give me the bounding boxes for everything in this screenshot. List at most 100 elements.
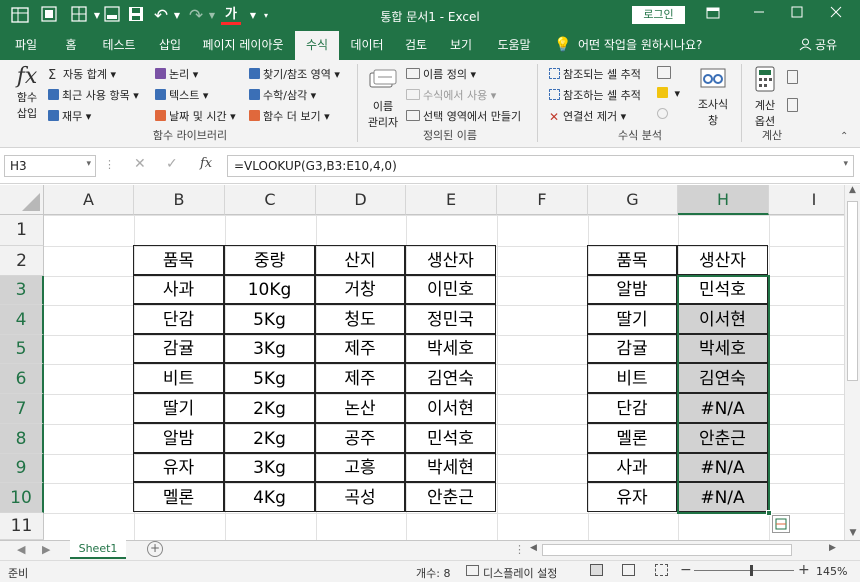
table2-header-cell[interactable]: 품목 xyxy=(587,245,677,275)
next-sheet-icon[interactable]: ▶ xyxy=(42,543,50,556)
cancel-entry-icon[interactable]: ✕ xyxy=(134,156,146,172)
tell-me-search[interactable]: 어떤 작업을 원하시나요? xyxy=(578,31,702,60)
trace-precedents-button[interactable]: 참조되는 셀 추적 xyxy=(549,66,641,82)
ribbon-display-options-icon[interactable] xyxy=(703,5,723,25)
maximize-icon[interactable] xyxy=(787,5,807,25)
redo-chevron-icon[interactable]: ▼ xyxy=(202,6,222,26)
tab-page-layout[interactable]: 페이지 레이아웃 xyxy=(196,31,290,60)
table1-cell[interactable]: 비트 xyxy=(133,363,224,393)
table1-cell[interactable]: 4Kg xyxy=(224,482,315,512)
scroll-left-icon[interactable]: ◀ xyxy=(530,543,537,553)
zoom-slider-thumb[interactable] xyxy=(750,565,753,576)
row-header-8[interactable]: 8 xyxy=(0,424,44,454)
login-button[interactable]: 로그인 xyxy=(632,6,685,24)
calculate-now-button[interactable] xyxy=(787,70,801,86)
tab-home[interactable]: 홈 xyxy=(56,31,86,60)
table2-result-cell[interactable]: 이서현 xyxy=(677,304,768,334)
text-button[interactable]: 텍스트 ▾ xyxy=(155,87,208,103)
zoom-level[interactable]: 145% xyxy=(816,565,847,578)
table1-header-cell[interactable]: 품목 xyxy=(133,245,224,275)
remove-arrows-button[interactable]: ✕ 연결선 제거 ▾ xyxy=(549,108,626,124)
column-header-c[interactable]: C xyxy=(225,185,316,215)
insert-function-button[interactable]: fx 함수 삽입 xyxy=(4,60,50,124)
table1-header-cell[interactable]: 중량 xyxy=(224,245,315,275)
page-layout-view-icon[interactable] xyxy=(622,564,635,576)
row-header-5[interactable]: 5 xyxy=(0,335,44,364)
vertical-scrollbar[interactable]: ▲ ▼ xyxy=(844,185,860,540)
create-from-selection-button[interactable]: 선택 영역에서 만들기 xyxy=(406,108,521,124)
fill-icon[interactable] xyxy=(102,6,122,26)
table1-cell[interactable]: 사과 xyxy=(133,275,224,304)
formula-bar-more-icon[interactable]: ⋮ xyxy=(104,158,115,171)
collapse-ribbon-icon[interactable]: ⌃ xyxy=(840,131,848,142)
sheet-tab-sheet1[interactable]: Sheet1 xyxy=(70,540,126,559)
table1-cell[interactable]: 청도 xyxy=(315,304,405,334)
table1-cell[interactable]: 이민호 xyxy=(405,275,496,304)
table1-cell[interactable]: 5Kg xyxy=(224,304,315,334)
zoom-out-icon[interactable]: − xyxy=(680,562,692,578)
row-header-10[interactable]: 10 xyxy=(0,483,44,513)
error-checking-button[interactable]: ▾ xyxy=(657,87,680,100)
normal-view-icon[interactable] xyxy=(590,564,603,576)
table2-result-cell[interactable]: #N/A xyxy=(677,393,768,423)
table2-result-cell[interactable]: 김연숙 xyxy=(677,363,768,393)
table1-cell[interactable]: 이서현 xyxy=(405,393,496,423)
name-box[interactable]: H3 ▾ xyxy=(4,155,96,177)
table2-item-cell[interactable]: 멜론 xyxy=(587,423,677,453)
autosum-button[interactable]: Σ 자동 합계 ▾ xyxy=(48,66,116,83)
tab-help[interactable]: 도움말 xyxy=(490,31,538,60)
table2-item-cell[interactable]: 알밤 xyxy=(587,275,677,304)
borders-icon[interactable] xyxy=(69,6,89,26)
table1-cell[interactable]: 제주 xyxy=(315,334,405,363)
page-break-view-icon[interactable] xyxy=(655,564,668,576)
table1-cell[interactable]: 고흥 xyxy=(315,453,405,482)
table1-cell[interactable]: 3Kg xyxy=(224,334,315,363)
table1-cell[interactable]: 제주 xyxy=(315,363,405,393)
financial-button[interactable]: 재무 ▾ xyxy=(48,108,91,124)
watch-window-button[interactable]: 조사식 창 xyxy=(697,67,729,128)
add-sheet-icon[interactable]: + xyxy=(147,541,163,557)
logical-button[interactable]: 논리 ▾ xyxy=(155,66,198,82)
column-header-g[interactable]: G xyxy=(588,185,678,215)
row-header-11[interactable]: 11 xyxy=(0,513,44,540)
table1-cell[interactable]: 논산 xyxy=(315,393,405,423)
table1-cell[interactable]: 정민국 xyxy=(405,304,496,334)
table1-cell[interactable]: 김연숙 xyxy=(405,363,496,393)
format-painter-icon[interactable] xyxy=(39,6,59,26)
table2-result-cell[interactable]: #N/A xyxy=(677,453,768,482)
name-box-dropdown-icon[interactable]: ▾ xyxy=(86,159,91,169)
show-formulas-button[interactable] xyxy=(657,66,674,81)
table2-item-cell[interactable]: 단감 xyxy=(587,393,677,423)
row-header-6[interactable]: 6 xyxy=(0,364,44,394)
row-header-9[interactable]: 9 xyxy=(0,454,44,483)
table2-item-cell[interactable]: 유자 xyxy=(587,482,677,512)
calculate-sheet-button[interactable] xyxy=(787,98,801,114)
row-header-4[interactable]: 4 xyxy=(0,305,44,335)
table2-item-cell[interactable]: 비트 xyxy=(587,363,677,393)
expand-formula-bar-icon[interactable]: ▾ xyxy=(843,159,848,169)
table1-cell[interactable]: 박세현 xyxy=(405,453,496,482)
table1-header-cell[interactable]: 생산자 xyxy=(405,245,496,275)
table1-cell[interactable]: 박세호 xyxy=(405,334,496,363)
scroll-right-icon[interactable]: ▶ xyxy=(829,543,836,553)
row-header-3[interactable]: 3 xyxy=(0,276,44,305)
table1-cell[interactable]: 2Kg xyxy=(224,393,315,423)
insert-function-fx-icon[interactable]: fx xyxy=(200,156,212,171)
calculation-options-button[interactable]: 계산 옵션 xyxy=(748,66,782,129)
share-button[interactable]: 공유 xyxy=(815,31,837,60)
table1-cell[interactable]: 딸기 xyxy=(133,393,224,423)
column-header-a[interactable]: A xyxy=(44,185,134,215)
tab-review[interactable]: 검토 xyxy=(398,31,434,60)
use-in-formula-button[interactable]: 수식에서 사용 ▾ xyxy=(406,87,496,103)
table1-cell[interactable]: 민석호 xyxy=(405,423,496,453)
table2-item-cell[interactable]: 딸기 xyxy=(587,304,677,334)
scroll-down-icon[interactable]: ▼ xyxy=(845,528,860,538)
font-color-icon[interactable]: 가 xyxy=(221,6,241,25)
tab-formulas[interactable]: 수식 xyxy=(295,31,339,60)
column-header-b[interactable]: B xyxy=(134,185,225,215)
lookup-reference-button[interactable]: 찾기/참조 영역 ▾ xyxy=(249,66,340,82)
table2-result-cell[interactable]: 박세호 xyxy=(677,334,768,363)
row-header-7[interactable]: 7 xyxy=(0,394,44,424)
confirm-entry-icon[interactable]: ✓ xyxy=(166,156,178,172)
save-icon[interactable] xyxy=(126,6,146,26)
